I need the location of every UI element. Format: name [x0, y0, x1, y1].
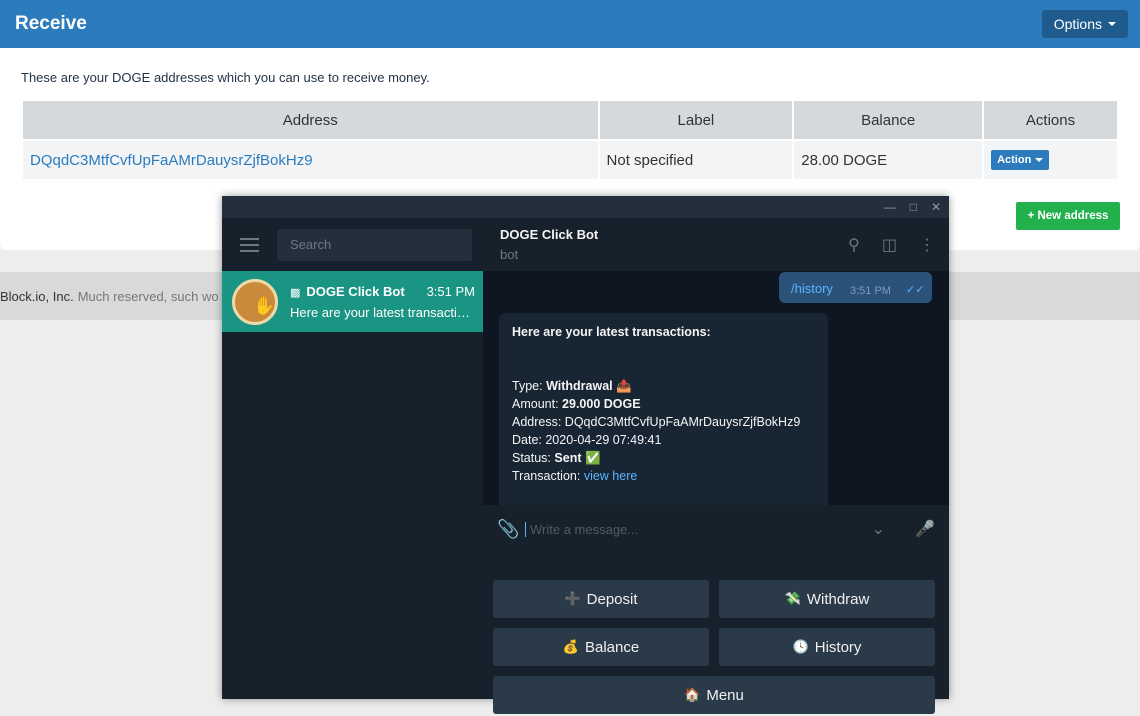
deposit-button[interactable]: ➕ Deposit: [493, 580, 709, 618]
header-balance: Balance: [794, 101, 983, 139]
footer-text: Much reserved, such wo: [77, 288, 219, 304]
chat-row-top: ▩ DOGE Click Bot 3:51 PM: [290, 284, 475, 299]
history-label: History: [814, 638, 862, 656]
outgoing-time: 3:51 PM: [850, 285, 891, 297]
menu-button[interactable]: 🏠 Menu: [493, 676, 935, 714]
history-button[interactable]: 🕓 History: [719, 628, 935, 666]
table-row: DQqdC3MtfCvfUpFaAMrDauysrZjfBokHz9 Not s…: [23, 141, 1117, 179]
type-line: Type: Withdrawal 📤: [512, 379, 632, 393]
telegram-window: — □ ✕ ▩ DOGE Click Bot 3:51 PM Here are y…: [222, 196, 949, 714]
deposit-label: Deposit: [586, 590, 638, 608]
avatar: [232, 278, 278, 325]
header-icons: ⚲ ◫ ⋮: [848, 235, 935, 255]
header-address: Address: [23, 101, 598, 139]
attach-paperclip-icon[interactable]: 📎: [497, 519, 525, 540]
action-label: Action: [997, 154, 1032, 166]
outgoing-command[interactable]: /history: [791, 281, 833, 296]
conversation-title-block[interactable]: DOGE Click Bot bot: [500, 227, 598, 262]
table-header-row: Address Label Balance Actions: [23, 101, 1117, 139]
caret-down-icon: [1108, 22, 1116, 26]
message-input[interactable]: [525, 521, 872, 537]
new-address-button[interactable]: + New address: [1016, 202, 1120, 230]
header-label: Label: [599, 101, 793, 139]
address-line: Address: DQqdC3MtfCvfUpFaAMrDauysrZjfBok…: [512, 415, 801, 429]
chat-time: 3:51 PM: [426, 283, 475, 299]
outbox-tray-icon: 📤: [616, 379, 632, 393]
chat-list-topbar: [222, 218, 483, 271]
withdraw-label: Withdraw: [806, 590, 870, 608]
window-titlebar: — □ ✕: [222, 196, 949, 218]
caret-down-icon: [1035, 158, 1044, 162]
address-cell: DQqdC3MtfCvfUpFaAMrDauysrZjfBokHz9: [23, 141, 598, 179]
outgoing-message: /history 3:51 PM ✓✓: [779, 272, 932, 303]
message-heading: Here are your latest transactions:: [512, 325, 711, 339]
money-bag-icon: 💰: [562, 639, 579, 654]
clock-icon: 🕓: [792, 639, 809, 654]
page-title: Receive: [15, 13, 87, 34]
more-vertical-icon[interactable]: ⋮: [919, 235, 935, 255]
date-line: Date: 2020-04-29 07:49:41: [512, 433, 662, 447]
chat-list-pane: ▩ DOGE Click Bot 3:51 PM Here are your la…: [222, 218, 483, 699]
chat-name-text: DOGE Click Bot: [306, 283, 405, 299]
label-cell: Not specified: [599, 141, 793, 179]
intro-text: These are your DOGE addresses which you …: [21, 70, 430, 85]
plus-icon: ➕: [564, 591, 581, 606]
message-input-bar: 📎 ⌄ 🎤: [483, 505, 949, 553]
search-icon[interactable]: ⚲: [848, 235, 860, 255]
withdraw-button[interactable]: 💸 Withdraw: [719, 580, 935, 618]
double-check-icon: ✓✓: [906, 284, 925, 296]
money-wings-icon: 💸: [784, 591, 801, 606]
address-table: Address Label Balance Actions DQqdC3MtfC…: [21, 99, 1119, 181]
chat-name: ▩ DOGE Click Bot: [290, 284, 405, 299]
check-mark-icon: ✅: [584, 451, 601, 465]
bot-icon: ▩: [290, 286, 301, 299]
house-icon: 🏠: [684, 687, 701, 702]
menu-hamburger-icon[interactable]: [240, 237, 259, 252]
bot-keyboard: ➕ Deposit 💸 Withdraw 💰 Balance 🕓 History…: [483, 553, 949, 714]
maximize-icon[interactable]: □: [910, 200, 917, 214]
input-icons: ⌄ 🎤: [872, 519, 935, 539]
header-actions: Actions: [984, 101, 1117, 139]
search-input[interactable]: [277, 228, 472, 261]
close-icon[interactable]: ✕: [931, 200, 941, 214]
options-label: Options: [1053, 16, 1102, 32]
conversation-subtitle: bot: [500, 247, 519, 262]
balance-cell: 28.00 DOGE: [794, 141, 983, 179]
chat-preview: Here are your latest transacti…: [290, 304, 470, 320]
view-here-link[interactable]: view here: [584, 469, 638, 483]
incoming-message: Here are your latest transactions: Type:…: [499, 313, 828, 505]
chevron-down-icon[interactable]: ⌄: [872, 519, 885, 539]
minimize-icon[interactable]: —: [884, 200, 896, 214]
action-button[interactable]: Action: [991, 150, 1050, 170]
conversation-title: DOGE Click Bot: [500, 227, 599, 242]
address-link[interactable]: DQqdC3MtfCvfUpFaAMrDauysrZjfBokHz9: [30, 152, 313, 169]
panel-header: Receive Options: [0, 0, 1140, 48]
menu-label: Menu: [706, 686, 744, 704]
microphone-icon[interactable]: 🎤: [915, 519, 935, 539]
conversation-header: DOGE Click Bot bot ⚲ ◫ ⋮: [483, 218, 949, 271]
balance-button[interactable]: 💰 Balance: [493, 628, 709, 666]
chat-info: ▩ DOGE Click Bot 3:51 PM Here are your la…: [290, 284, 475, 320]
options-button[interactable]: Options: [1041, 10, 1128, 38]
footer-company: Block.io, Inc.: [0, 288, 74, 304]
message-area: /history 3:51 PM ✓✓ Here are your latest…: [483, 271, 949, 505]
status-line: Status: Sent ✅: [512, 451, 601, 465]
actions-cell: Action: [984, 141, 1117, 179]
conversation-pane: DOGE Click Bot bot ⚲ ◫ ⋮ /history 3:51 P…: [483, 218, 949, 714]
transaction-line: Transaction: view here: [512, 469, 638, 483]
sidebar-toggle-icon[interactable]: ◫: [882, 235, 897, 255]
amount-line: Amount: 29.000 DOGE: [512, 397, 641, 411]
chat-item-doge-click-bot[interactable]: ▩ DOGE Click Bot 3:51 PM Here are your la…: [222, 271, 483, 332]
balance-label: Balance: [584, 638, 640, 656]
